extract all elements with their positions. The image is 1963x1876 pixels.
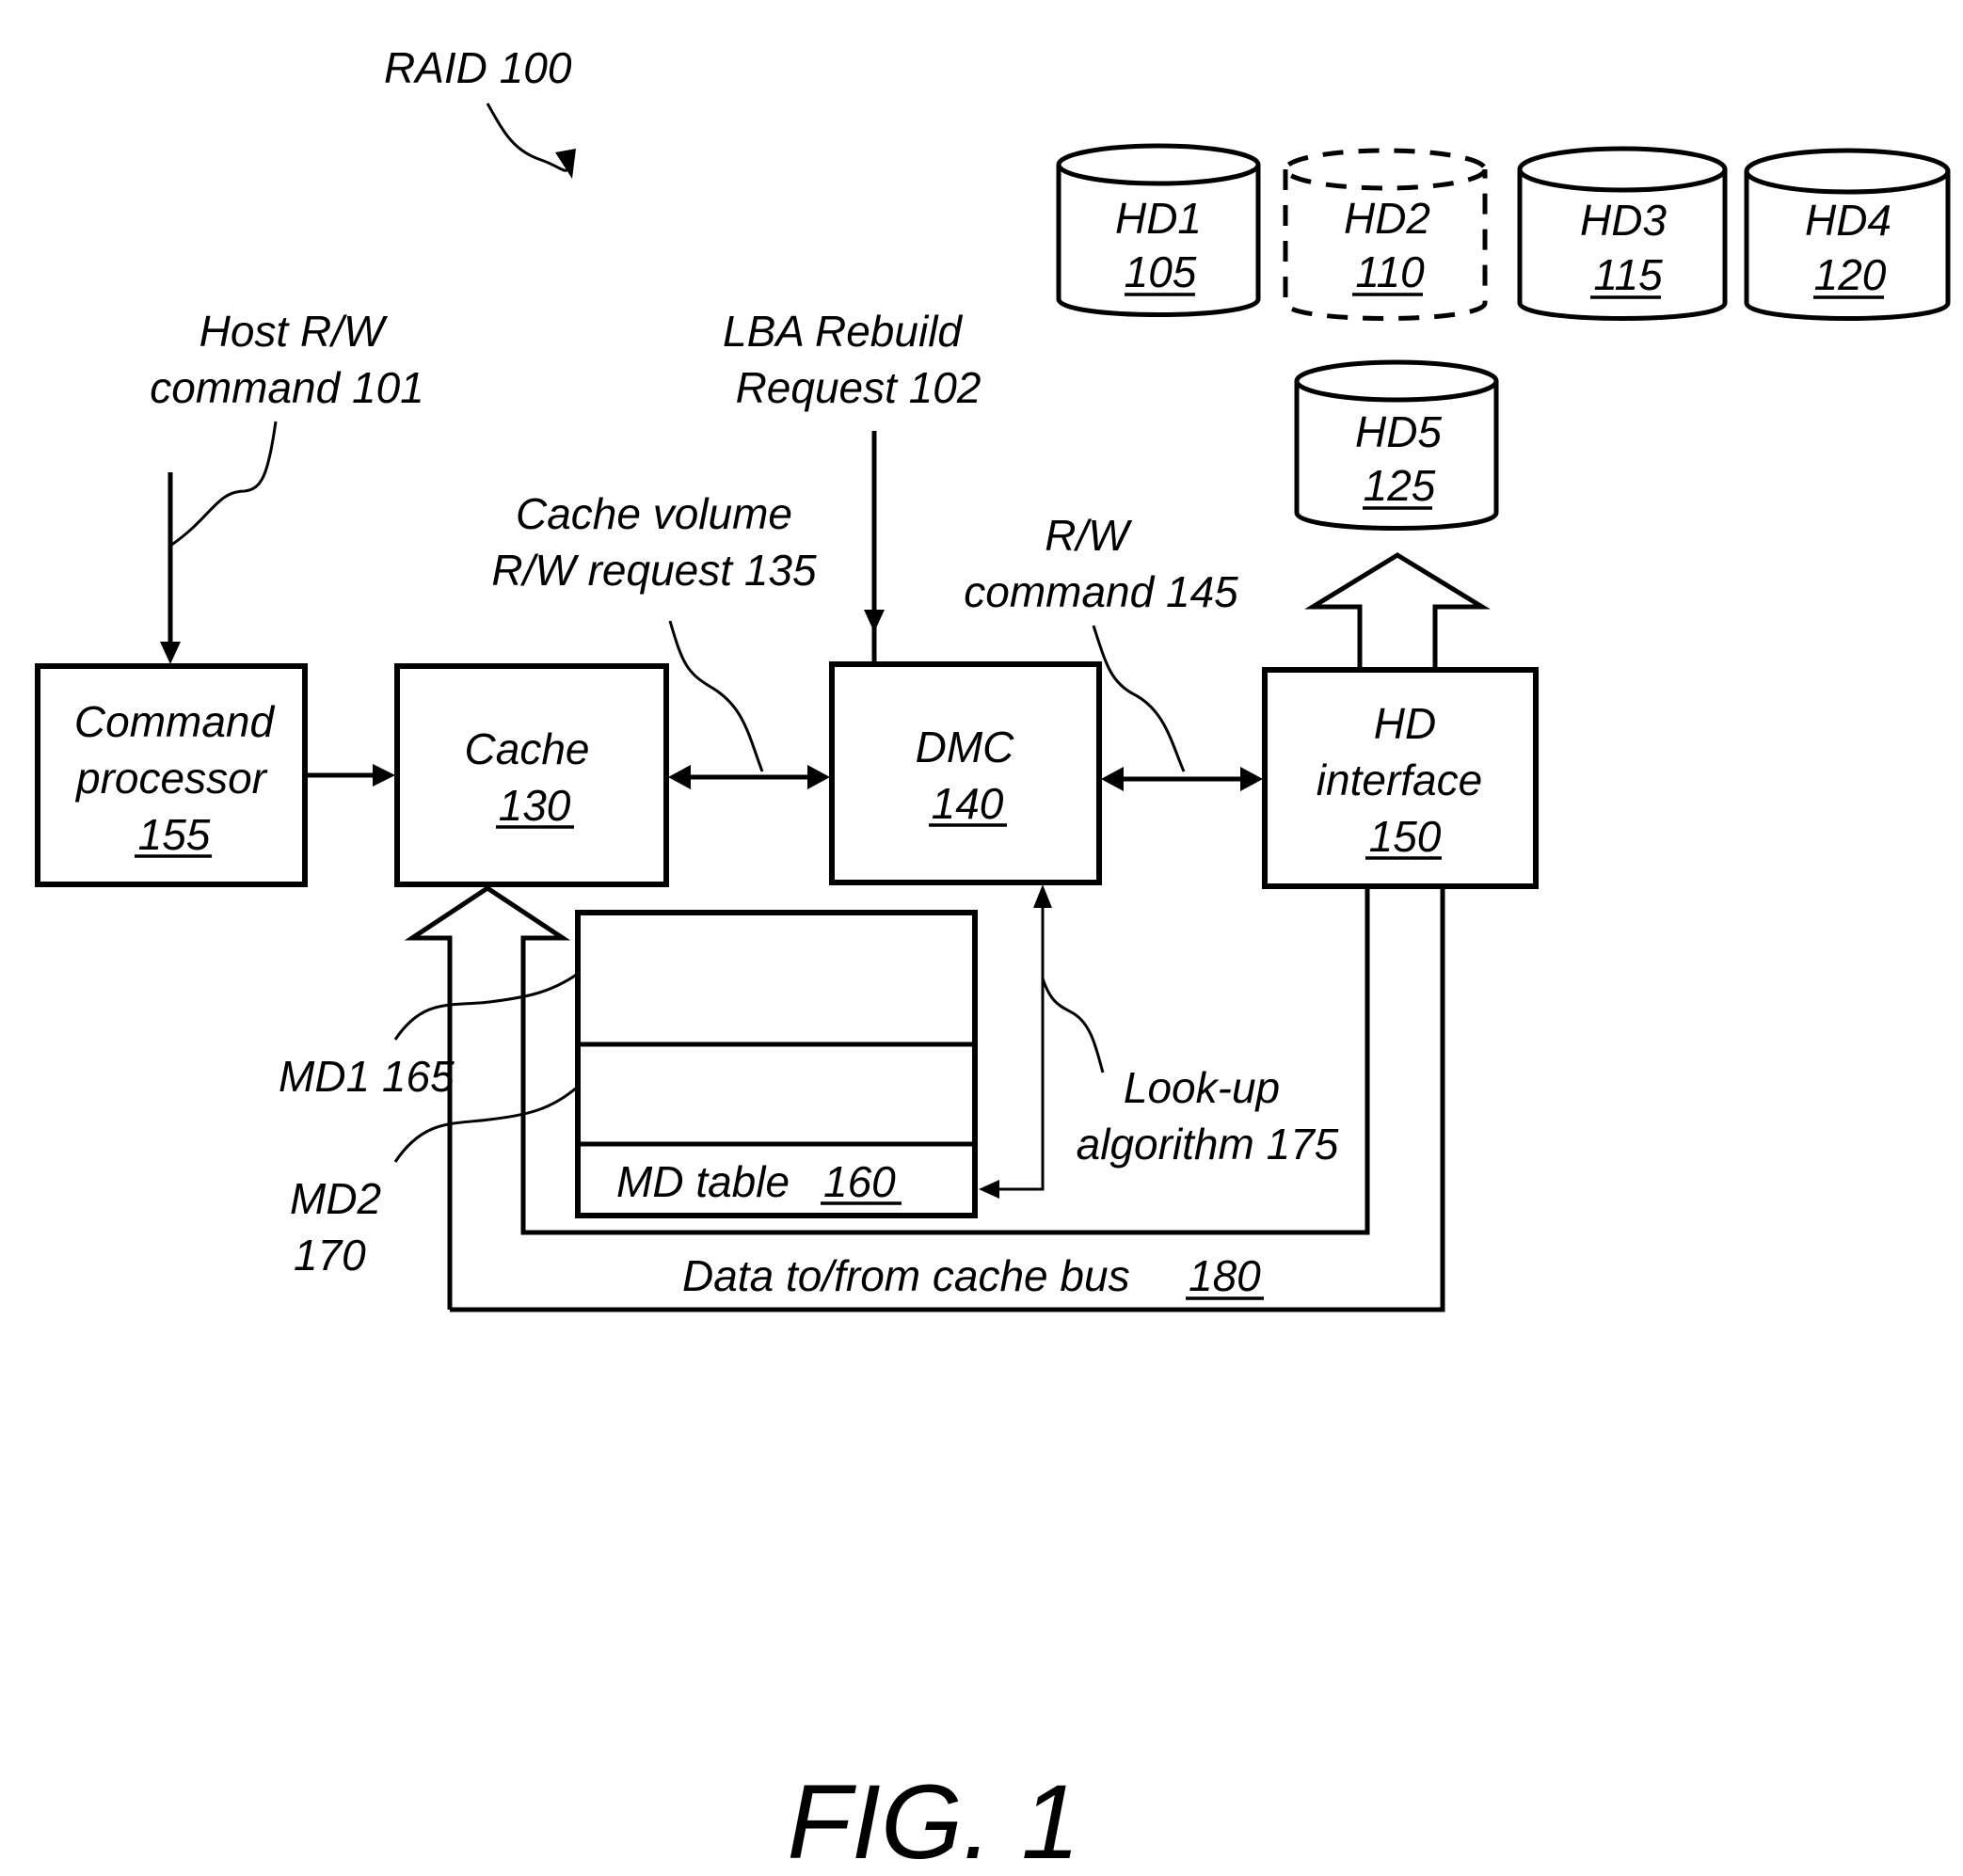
disk-name: HD1: [1115, 194, 1202, 243]
disk-hd4: HD4 120: [1744, 148, 1951, 321]
hd-interface-line1: HD: [1374, 699, 1436, 748]
command-processor-line2: processor: [74, 754, 268, 803]
cache-title: Cache: [465, 724, 590, 773]
hd-interface-ref: 150: [1369, 812, 1442, 861]
disk-name: HD3: [1580, 196, 1667, 245]
lba-rebuild-arrowhead-icon: [864, 610, 885, 632]
lookup-arrow-line: [997, 903, 1045, 1191]
command-processor-block: Command processor 155: [35, 663, 308, 887]
md1-leader: [393, 972, 579, 1041]
rw-command-leader: [1092, 625, 1186, 772]
command-processor-ref: 155: [138, 810, 211, 859]
host-rw-label-line1: Host R/W: [199, 307, 389, 356]
hd-interface-to-hd5-arrow: [1304, 552, 1491, 668]
cache-bus-ref: 180: [1189, 1251, 1261, 1300]
disk-hd3: HD3 115: [1517, 146, 1728, 321]
lba-rebuild-label-line1: LBA Rebuild: [723, 307, 963, 356]
cmdproc-to-cache-arrowhead-icon: [373, 764, 395, 787]
md-table-block: MD table 160: [575, 910, 978, 1218]
raid-diagram: RAID 100 HD1 105 HD2 110 HD3 115 HD4 120…: [35, 43, 1951, 1876]
disk-ref: 115: [1593, 250, 1663, 299]
cache-volume-label-line1: Cache volume: [516, 489, 792, 538]
lookup-label-line2: algorithm 175: [1077, 1120, 1339, 1169]
cache-volume-leader: [668, 620, 764, 772]
hd-interface-block: HD interface 150: [1262, 667, 1539, 889]
lookup-left-arrowhead-icon: [979, 1180, 999, 1199]
md2-label-line1: MD2: [290, 1174, 381, 1223]
disk-ref: 120: [1814, 250, 1887, 299]
cache-dmc-right-arrowhead-icon: [807, 765, 830, 789]
disk-ref: 105: [1125, 247, 1197, 296]
cache-dmc-left-arrowhead-icon: [668, 765, 691, 789]
host-rw-label-line2: command 101: [150, 363, 424, 412]
rw-command-label-line1: R/W: [1045, 511, 1133, 560]
hd-interface-line2: interface: [1317, 755, 1482, 804]
disk-hd2-failed: HD2 110: [1283, 148, 1488, 321]
raid-pointer-line: [486, 103, 572, 172]
host-rw-arrowhead-icon: [160, 642, 181, 664]
rw-command-label-line2: command 145: [964, 567, 1238, 616]
raid-pointer-arrowhead-icon: [555, 149, 576, 179]
disk-hd5: HD5 125: [1294, 359, 1499, 531]
host-rw-leader: [169, 421, 278, 548]
dmc-hdinterface-left-arrowhead-icon: [1101, 767, 1124, 791]
disk-ref: 110: [1355, 247, 1425, 296]
command-processor-line1: Command: [74, 697, 276, 746]
lookup-leader: [1041, 978, 1105, 1073]
disk-name: HD5: [1355, 407, 1442, 456]
dmc-title: DMC: [916, 723, 1015, 771]
disk-name: HD2: [1344, 194, 1430, 243]
disk-ref: 125: [1364, 461, 1436, 510]
dmc-ref: 140: [932, 779, 1004, 828]
disk-hd1: HD1 105: [1056, 143, 1261, 317]
disk-name: HD4: [1805, 196, 1891, 245]
md1-label: MD1 165: [279, 1052, 455, 1101]
md2-label-line2: 170: [294, 1231, 366, 1280]
figure-caption: FIG. 1: [787, 1763, 1079, 1876]
md-table-ref: 160: [823, 1157, 896, 1206]
dmc-hdinterface-right-arrowhead-icon: [1240, 767, 1263, 791]
lookup-up-arrowhead-icon: [1033, 884, 1052, 908]
cache-bus-label: Data to/from cache bus: [682, 1251, 1130, 1300]
lookup-label-line1: Look-up: [1124, 1063, 1280, 1112]
cache-block: Cache 130: [394, 663, 669, 887]
raid-system-label: RAID 100: [384, 43, 572, 92]
md-table-label: MD table: [616, 1157, 790, 1206]
dmc-block: DMC 140: [829, 661, 1102, 885]
cache-ref: 130: [499, 781, 571, 830]
lba-rebuild-label-line2: Request 102: [736, 363, 982, 412]
cache-volume-label-line2: R/W request 135: [491, 546, 817, 595]
